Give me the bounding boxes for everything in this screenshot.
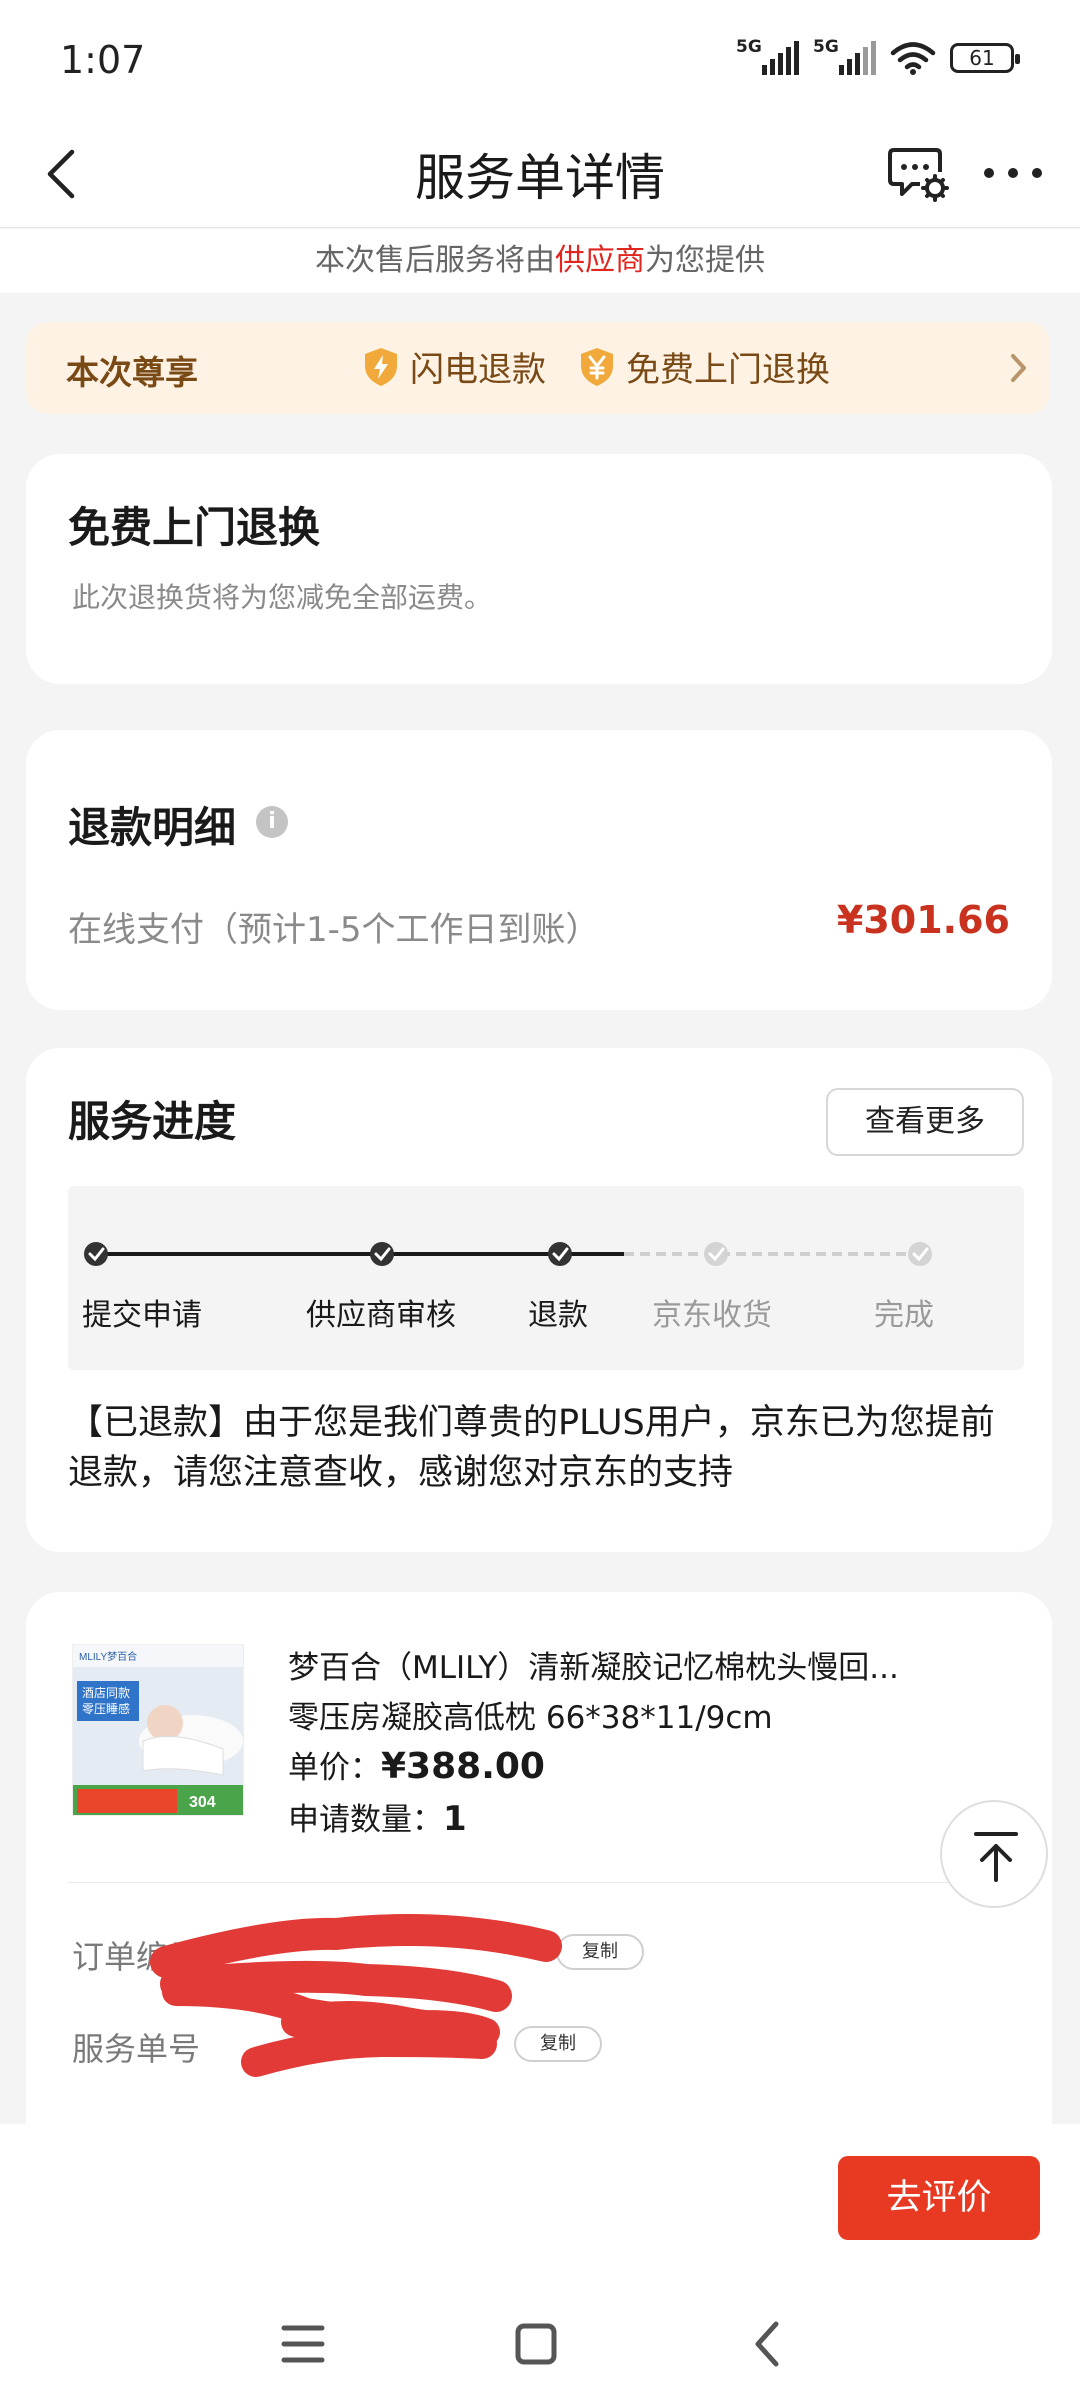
progress-title: 服务进度 (68, 1097, 237, 1146)
step-label-1: 提交申请 (82, 1298, 202, 1333)
menu-icon[interactable] (281, 2325, 325, 2363)
free-pickup-desc: 此次退换货将为您减免全部运费。 (72, 581, 493, 614)
privilege-item-free-pickup: 免费上门退换 (578, 342, 830, 391)
customer-service-settings-icon[interactable] (886, 140, 952, 206)
progress-node-2 (370, 1242, 394, 1266)
progress-line (84, 1242, 932, 1266)
refund-detail-title: 退款明细 (68, 803, 237, 852)
yen-shield-icon (581, 347, 613, 386)
signal-icon-2: 5G (813, 37, 876, 75)
service-provider-notice: 本次售后服务将由供应商为您提供 (0, 229, 1080, 293)
bottom-action-bar: 去评价 (0, 2124, 1080, 2400)
signal-icon: 5G (736, 37, 799, 75)
status-bar: 1:07 5G 5G 61 (0, 0, 1080, 120)
refund-amount: ¥301.66 (836, 898, 1010, 942)
step-label-2: 供应商审核 (306, 1298, 456, 1333)
privilege-item-label: 闪电退款 (410, 350, 546, 390)
redaction-marks (150, 1914, 562, 2077)
provider-prefix: 本次售后服务将由 (315, 243, 555, 278)
step-label-4: 京东收货 (652, 1298, 772, 1333)
wifi-icon (890, 42, 936, 75)
network-type-label-2: 5G (813, 37, 839, 57)
view-more-button[interactable]: 查看更多 (826, 1088, 1024, 1156)
lightning-shield-icon (365, 347, 397, 386)
system-back-icon[interactable] (755, 2321, 779, 2367)
step-label-3: 退款 (528, 1298, 588, 1333)
status-icons: 5G 5G 61 (736, 37, 1020, 76)
step-label-5: 完成 (874, 1298, 934, 1333)
evaluate-button[interactable]: 去评价 (838, 2156, 1040, 2240)
privilege-bar[interactable]: 本次尊享 闪电退款 免费上门退换 (26, 322, 1050, 414)
free-pickup-card: 免费上门退换 此次退换货将为您减免全部运费。 (26, 454, 1052, 684)
progress-node-5 (908, 1242, 932, 1266)
privilege-label: 本次尊享 (66, 353, 198, 392)
status-time: 1:07 (60, 38, 146, 82)
battery-icon: 61 (950, 43, 1020, 73)
back-to-top-button[interactable] (940, 1800, 1048, 1908)
home-icon[interactable] (515, 2323, 557, 2365)
progress-node-1 (84, 1242, 108, 1266)
top-nav: 服务单详情 (0, 120, 1080, 228)
privilege-item-flash-refund: 闪电退款 (362, 342, 546, 391)
progress-node-4 (704, 1242, 728, 1266)
refund-method: 在线支付（预计1-5个工作日到账） (68, 910, 600, 950)
privilege-item-label: 免费上门退换 (626, 350, 830, 390)
chevron-right-icon (1011, 354, 1026, 382)
service-progress-card: 服务进度 查看更多 提交申请 供应商审核 退款 京东收货 完成 【已退款】由于您… (26, 1048, 1052, 1552)
free-pickup-title: 免费上门退换 (68, 503, 321, 552)
info-icon[interactable]: i (256, 806, 288, 838)
arrow-up-icon (974, 1832, 1018, 1882)
provider-highlight: 供应商 (555, 243, 645, 278)
provider-suffix: 为您提供 (645, 243, 765, 278)
progress-tracker: 提交申请 供应商审核 退款 京东收货 完成 (68, 1186, 1024, 1370)
progress-status-text: 【已退款】由于您是我们尊贵的PLUS用户，京东已为您提前退款，请您注意查收，感谢… (68, 1403, 995, 1493)
refund-detail-card: 退款明细 i 在线支付（预计1-5个工作日到账） ¥301.66 (26, 730, 1052, 1010)
progress-node-3 (548, 1242, 572, 1266)
network-type-label: 5G (736, 37, 762, 57)
more-options-icon[interactable] (980, 150, 1046, 196)
system-navigation-bar (281, 2321, 779, 2367)
